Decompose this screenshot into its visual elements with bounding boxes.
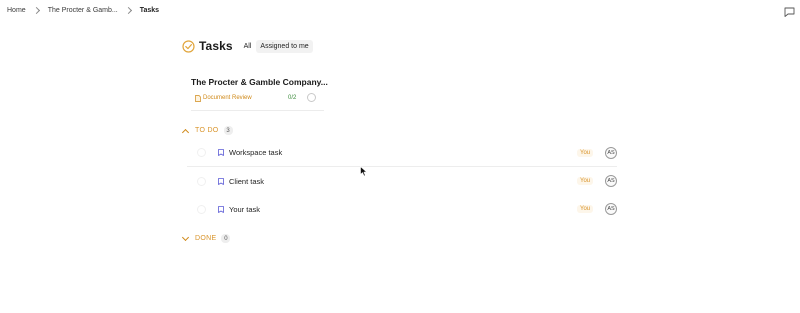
task-filter: All Assigned to me — [241, 39, 313, 53]
section-done-toggle[interactable]: DONE 0 — [181, 233, 231, 243]
section-todo-toggle[interactable]: TO DO 3 — [181, 126, 233, 136]
page-title: Tasks — [199, 39, 233, 53]
task-name[interactable]: Client task — [229, 177, 264, 186]
task-name[interactable]: Your task — [229, 205, 260, 214]
bookmark-icon — [218, 205, 224, 213]
progress-ring — [307, 93, 316, 102]
mouse-pointer-icon — [360, 166, 368, 177]
top-bar: Home The Procter & Gamb... Tasks — [0, 0, 800, 24]
chevron-right-icon — [124, 6, 132, 15]
avatar[interactable]: AS — [605, 175, 617, 187]
section-done-label: DONE — [195, 235, 217, 242]
document-progress: 0/2 — [288, 95, 297, 101]
task-row[interactable]: Workspace task You AS — [187, 139, 617, 167]
task-checkbox[interactable] — [197, 204, 206, 214]
check-circle-icon — [182, 39, 195, 53]
section-todo-count: 3 — [223, 126, 233, 135]
task-checkbox[interactable] — [197, 176, 206, 186]
avatar[interactable]: AS — [605, 146, 617, 159]
document-review-row[interactable]: Document Review 0/2 — [195, 93, 325, 103]
filter-assigned-to-me[interactable]: Assigned to me — [256, 39, 313, 53]
chevron-right-icon — [32, 6, 40, 15]
task-row[interactable]: Your task You AS — [187, 195, 617, 223]
section-todo-label: TO DO — [195, 127, 219, 134]
task-checkbox[interactable] — [197, 148, 206, 157]
task-row[interactable]: Client task You AS — [187, 167, 617, 195]
section-done-count: 0 — [221, 234, 231, 243]
filter-all[interactable]: All — [241, 40, 257, 53]
task-name[interactable]: Workspace task — [229, 148, 282, 157]
assignee-chip: You — [577, 205, 594, 213]
breadcrumb-current: Tasks — [139, 7, 160, 14]
divider — [191, 110, 324, 111]
chevron-down-icon — [181, 233, 190, 242]
document-review-link[interactable]: Document Review — [203, 95, 252, 101]
assignee-chip: You — [577, 177, 594, 185]
client-name[interactable]: The Procter & Gamble Company... — [191, 77, 328, 87]
client-card: The Procter & Gamble Company... Document… — [191, 77, 328, 102]
bookmark-icon — [218, 177, 224, 185]
page-header: Tasks All Assigned to me — [182, 39, 313, 53]
breadcrumb-client[interactable]: The Procter & Gamb... — [48, 7, 118, 14]
avatar[interactable]: AS — [605, 203, 617, 215]
document-icon — [195, 94, 201, 102]
chevron-up-icon — [181, 128, 190, 136]
bookmark-icon — [218, 149, 224, 156]
breadcrumb-home[interactable]: Home — [7, 7, 26, 14]
assignee-chip: You — [577, 148, 594, 157]
comment-icon[interactable] — [784, 7, 795, 17]
breadcrumb: Home The Procter & Gamb... Tasks — [7, 6, 160, 15]
